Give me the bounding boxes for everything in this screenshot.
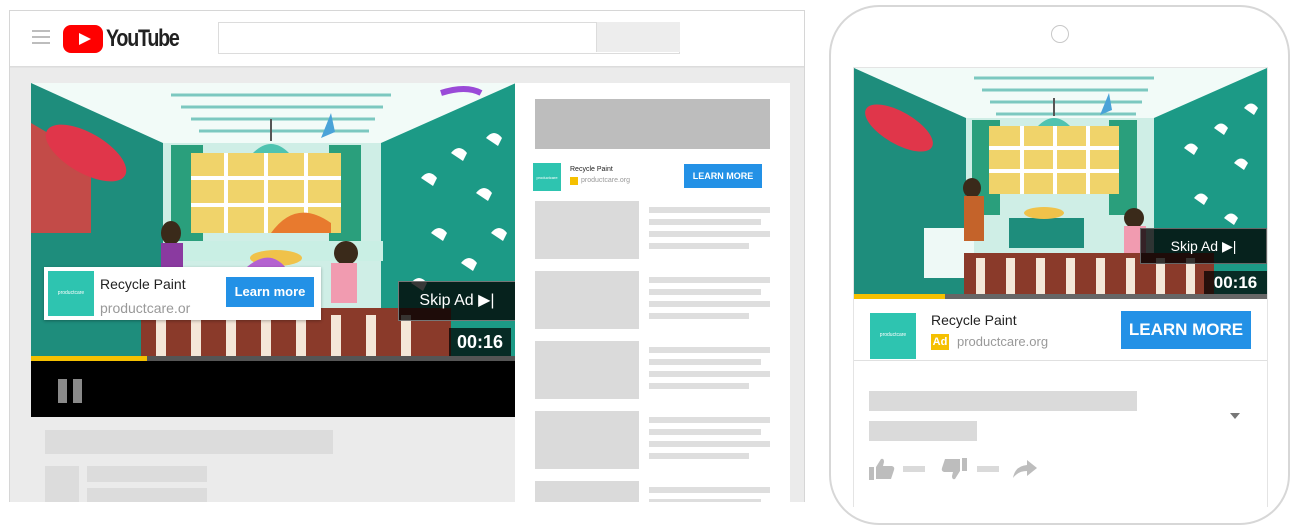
watch-page: productcare Recycle Paint productcare.or…: [10, 68, 804, 502]
progress-bar[interactable]: [31, 356, 516, 361]
thumbs-down-icon[interactable]: [941, 458, 967, 480]
video-thumbnail: [535, 201, 639, 259]
video-thumbnail: [535, 411, 639, 469]
ad-url[interactable]: productcare.or: [100, 300, 190, 316]
text-placeholder: [649, 277, 770, 283]
menu-icon[interactable]: [32, 30, 50, 44]
search-button[interactable]: [596, 22, 680, 52]
thumbs-up-icon[interactable]: [869, 458, 895, 480]
ad-badge: Ad: [931, 334, 949, 350]
advertiser-logo: productcare: [870, 313, 916, 359]
youtube-logo[interactable]: YouTube: [63, 24, 195, 54]
brand-name: YouTube: [106, 25, 180, 52]
list-item[interactable]: [535, 271, 770, 331]
desktop-window: YouTube productcare Recycle Paint produc…: [9, 10, 805, 502]
list-item[interactable]: [535, 481, 770, 502]
camera-icon: [1051, 25, 1069, 43]
channel-avatar-placeholder: [45, 466, 79, 502]
skip-ad-button[interactable]: Skip Ad ▶|: [1140, 228, 1267, 264]
ad-overlay-card[interactable]: productcare Recycle Paint productcare.or…: [44, 267, 321, 320]
progress-fill: [31, 356, 148, 361]
ad-title: Recycle Paint: [931, 312, 1017, 328]
text-placeholder: [649, 371, 770, 377]
text-placeholder: [649, 453, 749, 459]
youtube-play-icon: [63, 25, 103, 53]
advertiser-logo: productcare: [48, 271, 94, 316]
ad-countdown: 00:16: [1204, 271, 1267, 294]
text-placeholder: [649, 219, 761, 225]
channel-name-placeholder: [87, 466, 207, 482]
video-thumbnail: [535, 271, 639, 329]
sidebar-ad-title: Recycle Paint: [570, 166, 613, 173]
action-bar: [869, 456, 1069, 482]
list-item[interactable]: [535, 411, 770, 471]
text-placeholder: [649, 359, 761, 365]
masthead: YouTube: [10, 11, 804, 67]
skip-ad-button[interactable]: Skip Ad ▶|: [398, 281, 516, 321]
banner-ad-placeholder: [535, 99, 770, 149]
dislike-count-placeholder: [977, 466, 999, 472]
text-placeholder: [649, 207, 770, 213]
list-item[interactable]: [535, 201, 770, 261]
learn-more-button[interactable]: LEARN MORE: [1121, 311, 1251, 349]
ad-url[interactable]: productcare.org: [957, 334, 1048, 349]
sidebar-ad[interactable]: productcare Recycle Paint productcare.or…: [533, 163, 773, 193]
text-placeholder: [649, 417, 770, 423]
video-title-placeholder: [45, 430, 333, 454]
phone-screen: Skip Ad ▶| 00:16 productcare Recycle Pai…: [853, 67, 1268, 507]
like-count-placeholder: [903, 466, 925, 472]
list-item[interactable]: [535, 341, 770, 401]
pause-icon[interactable]: [58, 379, 84, 403]
ad-badge-icon: [570, 177, 578, 185]
channel-meta-placeholder: [87, 488, 207, 502]
chevron-down-icon[interactable]: [1230, 413, 1240, 419]
phone-frame: Skip Ad ▶| 00:16 productcare Recycle Pai…: [829, 5, 1290, 525]
sidebar: productcare Recycle Paint productcare.or…: [515, 83, 790, 502]
mobile-video-player[interactable]: Skip Ad ▶| 00:16: [854, 68, 1267, 294]
text-placeholder: [649, 301, 770, 307]
text-placeholder: [649, 429, 761, 435]
ad-title: Recycle Paint: [100, 276, 186, 292]
text-placeholder: [649, 289, 761, 295]
text-placeholder: [649, 243, 749, 249]
sidebar-learn-more-button[interactable]: LEARN MORE: [684, 164, 762, 188]
ad-info-row[interactable]: productcare Recycle Paint Ad productcare…: [854, 299, 1267, 361]
text-placeholder: [649, 231, 770, 237]
video-player[interactable]: productcare Recycle Paint productcare.or…: [31, 83, 516, 417]
text-placeholder: [649, 487, 770, 493]
advertiser-logo: productcare: [533, 163, 561, 191]
video-title-placeholder: [869, 391, 1137, 411]
sidebar-ad-url: productcare.org: [581, 177, 631, 184]
ad-countdown: 00:16: [449, 328, 511, 356]
learn-more-button[interactable]: Learn more: [226, 277, 314, 307]
video-thumbnail: [535, 341, 639, 399]
video-thumbnail: [535, 481, 639, 502]
text-placeholder: [649, 383, 749, 389]
text-placeholder: [649, 347, 770, 353]
share-icon[interactable]: [1013, 460, 1037, 478]
text-placeholder: [649, 441, 770, 447]
video-title-placeholder: [869, 421, 977, 441]
text-placeholder: [649, 313, 749, 319]
